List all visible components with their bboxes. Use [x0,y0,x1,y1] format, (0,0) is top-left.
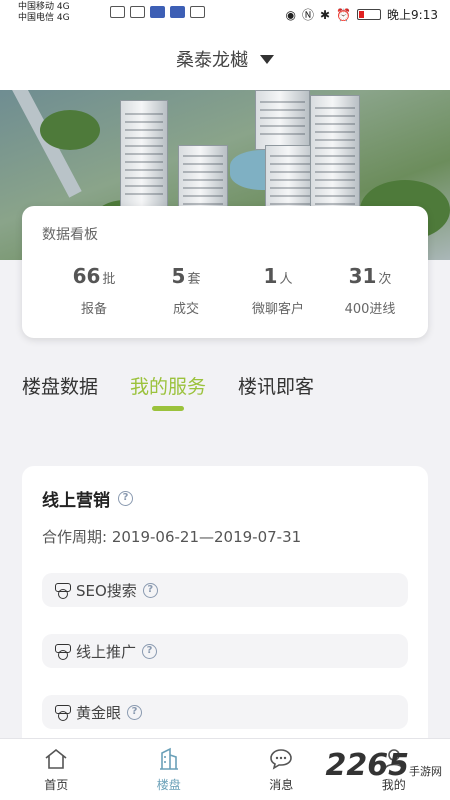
nav-label: 楼盘 [156,778,181,792]
network-2: 4G [56,13,70,23]
service-label: 线上推广 [76,642,137,661]
site-watermark: 2265手游网 [325,748,443,783]
app-notification-icon [190,6,205,18]
service-label: SEO搜索 [76,581,137,600]
project-title[interactable]: 桑泰龙樾 [176,46,248,72]
stat-item[interactable]: 66 批 报备 [48,264,140,317]
tree-shape [40,110,100,150]
carrier-2: 中国电信 [18,13,55,23]
card-title-text: 线上营销 [42,491,110,511]
project-selector[interactable]: 桑泰龙樾 [0,28,450,90]
tab-project-data[interactable]: 楼盘数据 [22,372,98,399]
help-icon[interactable]: ? [118,491,133,506]
app-notification-icon [150,6,165,18]
battery-icon [357,9,382,20]
tab-news-leads[interactable]: 楼讯即客 [238,372,314,399]
bluetooth-icon: ✱ [320,7,331,22]
alarm-icon: ⏰ [336,7,352,22]
building-tower [255,90,310,150]
service-item-golden-eye[interactable]: 黄金眼 ? [42,695,408,729]
building-icon [159,747,178,770]
card-title: 线上营销 ? [42,486,133,511]
help-icon[interactable]: ? [142,582,158,598]
carrier-1: 中国移动 [18,2,55,12]
nav-label: 首页 [44,778,69,792]
nfc-icon: Ⓝ [302,8,315,22]
eye-icon: ◉ [285,7,297,22]
stat-label: 微聊客户 [251,302,304,317]
camera-icon [54,582,71,599]
stat-item[interactable]: 31 次 400进线 [324,264,416,317]
status-bar: 中国移动 4G 中国电信 4G ◉ Ⓝ ✱ ⏰ 晚上9:13 [0,0,450,28]
tab-my-services[interactable]: 我的服务 [130,372,206,399]
service-item-promotion[interactable]: 线上推广 ? [42,634,408,668]
stat-value: 66 批 [72,264,116,288]
section-tabs: 楼盘数据 我的服务 楼讯即客 [22,372,314,399]
system-indicators: ◉ Ⓝ ✱ ⏰ 晚上9:13 [286,6,438,23]
stat-label: 报备 [80,302,107,317]
service-label: 黄金眼 [76,703,122,722]
clock: 晚上9:13 [387,8,438,22]
chat-icon [270,749,293,770]
network-1: 4G [56,2,70,12]
service-item-seo[interactable]: SEO搜索 ? [42,573,408,607]
camera-icon [54,704,71,721]
notification-icons [110,6,205,18]
nav-buildings[interactable]: 楼盘 [113,739,226,800]
stat-item[interactable]: 1人 微聊客户 [232,264,324,317]
home-icon [45,748,67,769]
stats-row: 66 批 报备 5套 成交 1人 微聊客户 31 次 400进线 [22,264,428,317]
nav-messages[interactable]: 消息 [225,739,338,800]
nav-label: 消息 [269,778,294,792]
data-board-card: 数据看板 66 批 报备 5套 成交 1人 微聊客户 31 次 400进线 [22,206,428,338]
stat-value: 5套 [171,264,201,288]
stat-item[interactable]: 5套 成交 [140,264,232,317]
app-notification-icon [170,6,185,18]
building-tower [120,100,168,210]
stat-value: 31 次 [348,264,392,288]
online-marketing-card: 线上营销 ? 合作周期: 2019-06-21—2019-07-31 SEO搜索… [22,466,428,756]
dropdown-caret-icon[interactable] [260,54,274,64]
stat-value: 1人 [263,264,293,288]
building-tower [310,95,360,220]
board-title: 数据看板 [42,227,98,243]
help-icon[interactable]: ? [127,704,143,720]
app-notification-icon [110,6,125,18]
cooperation-period: 合作周期: 2019-06-21—2019-07-31 [42,528,302,546]
nav-home[interactable]: 首页 [0,739,113,800]
app-notification-icon [130,6,145,18]
stat-label: 400进线 [344,302,396,317]
camera-icon [54,643,71,660]
stat-label: 成交 [172,302,199,317]
help-icon[interactable]: ? [142,643,158,659]
carrier-info: 中国移动 4G 中国电信 4G [18,2,70,24]
